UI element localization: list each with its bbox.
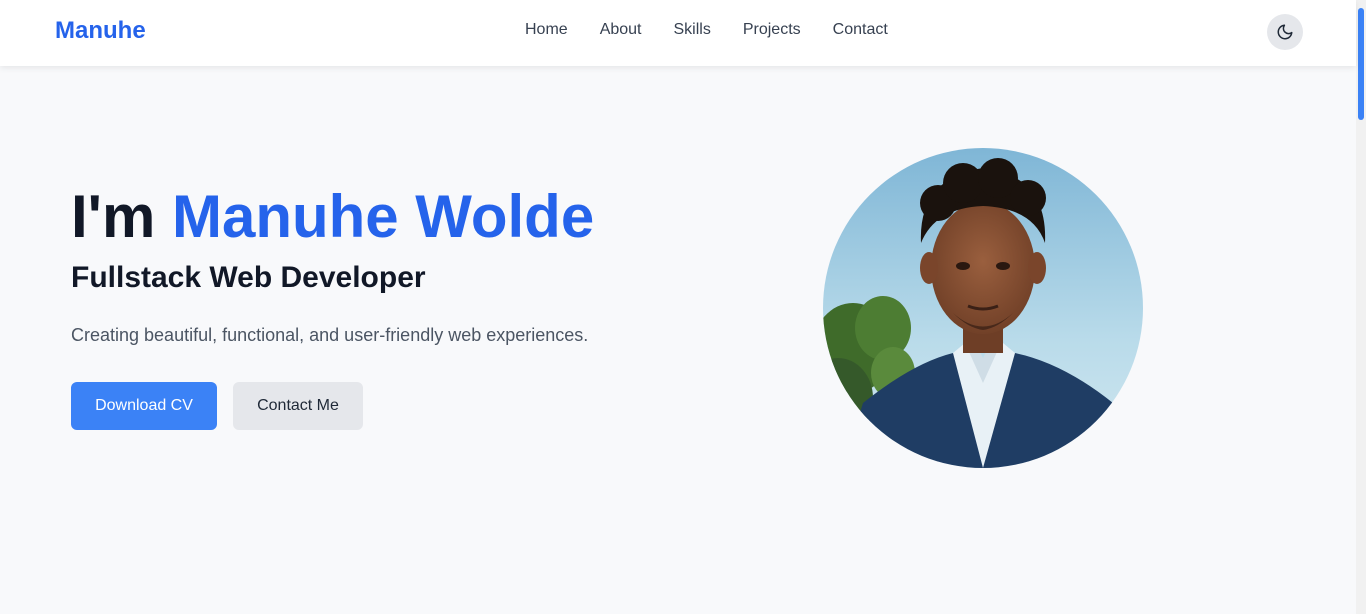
moon-icon [1277, 24, 1293, 40]
nav-link-contact[interactable]: Contact [833, 21, 888, 39]
hero-description: Creating beautiful, functional, and user… [71, 325, 589, 345]
hero-greeting: I'm [71, 183, 156, 250]
hero-section: I'm Manuhe Wolde Fullstack Web Developer… [0, 66, 1356, 614]
navbar: Manuhe Home About Skills Projects Contac… [0, 0, 1356, 66]
theme-toggle-button[interactable] [1267, 14, 1303, 50]
hero-name: Manuhe Wolde [171, 183, 595, 250]
nav-links: Home About Skills Projects Contact [525, 21, 888, 39]
hero-title: I'm Manuhe Wolde [71, 182, 594, 252]
nav-link-home[interactable]: Home [525, 21, 568, 39]
contact-me-button[interactable]: Contact Me [233, 382, 363, 430]
download-cv-button[interactable]: Download CV [71, 382, 217, 430]
profile-photo-image [823, 148, 1143, 468]
brand-logo[interactable]: Manuhe [55, 17, 146, 45]
profile-photo [823, 148, 1143, 468]
hero-subtitle: Fullstack Web Developer [71, 261, 426, 294]
nav-link-skills[interactable]: Skills [674, 21, 711, 39]
nav-link-about[interactable]: About [600, 21, 642, 39]
scrollbar-thumb[interactable] [1358, 8, 1364, 120]
nav-link-projects[interactable]: Projects [743, 21, 801, 39]
page-scrollbar[interactable] [1356, 0, 1366, 614]
